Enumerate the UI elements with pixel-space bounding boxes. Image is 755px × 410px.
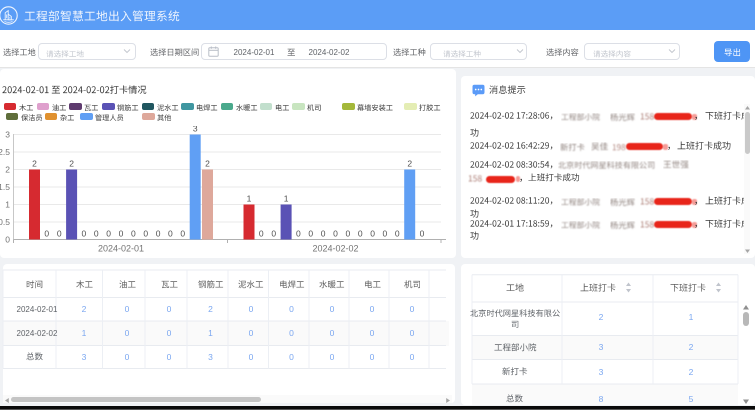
svg-text:0: 0 <box>333 229 338 239</box>
svg-text:3: 3 <box>5 130 10 140</box>
svg-text:0: 0 <box>358 229 363 239</box>
svg-text:0: 0 <box>156 229 161 239</box>
svg-text:0: 0 <box>119 229 124 239</box>
svg-text:2: 2 <box>407 159 412 169</box>
svg-text:2: 2 <box>69 159 74 169</box>
svg-text:0: 0 <box>383 229 388 239</box>
svg-text:0: 0 <box>308 229 313 239</box>
svg-text:1: 1 <box>5 200 10 210</box>
svg-text:0: 0 <box>57 229 62 239</box>
svg-text:0: 0 <box>168 229 173 239</box>
svg-text:0: 0 <box>143 229 148 239</box>
svg-text:2: 2 <box>32 159 37 169</box>
svg-text:0: 0 <box>106 229 111 239</box>
svg-text:0: 0 <box>131 229 136 239</box>
svg-text:3: 3 <box>193 126 198 134</box>
svg-text:0: 0 <box>395 229 400 239</box>
svg-text:0: 0 <box>94 229 99 239</box>
svg-text:0: 0 <box>44 229 49 239</box>
svg-text:1.5: 1.5 <box>0 182 10 192</box>
svg-text:2.5: 2.5 <box>0 147 10 157</box>
svg-text:0: 0 <box>5 235 10 245</box>
svg-text:0: 0 <box>420 229 425 239</box>
svg-text:2: 2 <box>5 165 10 175</box>
svg-text:0: 0 <box>321 229 326 239</box>
svg-text:2: 2 <box>205 159 210 169</box>
svg-text:0: 0 <box>259 229 264 239</box>
svg-text:0: 0 <box>82 229 87 239</box>
svg-text:0: 0 <box>180 229 185 239</box>
svg-text:0: 0 <box>346 229 351 239</box>
svg-text:0.5: 0.5 <box>0 217 10 227</box>
svg-text:0: 0 <box>370 229 375 239</box>
svg-text:0: 0 <box>271 229 276 239</box>
svg-text:2024-02-02: 2024-02-02 <box>312 244 358 254</box>
svg-text:0: 0 <box>296 229 301 239</box>
svg-text:1: 1 <box>247 194 252 204</box>
svg-text:1: 1 <box>284 194 289 204</box>
svg-text:2024-02-01: 2024-02-01 <box>98 244 144 254</box>
